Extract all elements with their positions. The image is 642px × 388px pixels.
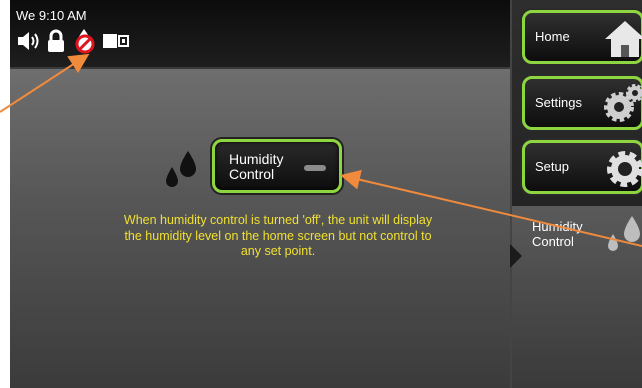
padlock-icon	[46, 29, 66, 58]
info-note: When humidity control is turned 'off', t…	[123, 213, 433, 258]
humidity-drops-nav-icon	[606, 214, 642, 263]
humidity-control-label-line2: Control	[229, 166, 275, 182]
main-panel: Humidity Control When humidity control i…	[10, 69, 510, 388]
humidity-control-nav-label: Humidity Control	[532, 219, 583, 249]
home-button[interactable]: Home	[522, 10, 642, 64]
status-icons	[16, 28, 130, 59]
battery-icon	[102, 32, 130, 55]
gear-icon	[603, 147, 642, 196]
setup-label: Setup	[535, 159, 569, 174]
clock: We 9:10 AM	[16, 8, 87, 23]
gears-icon	[601, 81, 642, 132]
selection-pointer-icon	[510, 244, 522, 268]
status-bar: We 9:10 AM	[10, 0, 510, 69]
humidity-control-nav-line1: Humidity	[532, 219, 583, 234]
house-icon	[603, 17, 642, 66]
off-indicator-icon	[304, 165, 326, 171]
setup-button[interactable]: Setup	[522, 140, 642, 194]
settings-label: Settings	[535, 95, 582, 110]
thermostat-screen: We 9:10 AM Humidity Control When humidit…	[10, 0, 642, 388]
humidity-drops-icon	[164, 151, 200, 196]
sidebar: Home Settings Setup Humidity Control	[510, 0, 642, 388]
home-label: Home	[535, 29, 570, 44]
sidebar-item-humidity-control[interactable]: Humidity Control	[510, 206, 642, 388]
humidity-control-button[interactable]: Humidity Control	[212, 139, 342, 193]
settings-button[interactable]: Settings	[522, 76, 642, 130]
humidity-control-label-line1: Humidity	[229, 151, 284, 167]
speaker-icon	[16, 30, 42, 57]
humidity-off-icon	[70, 28, 98, 59]
humidity-control-label: Humidity Control	[229, 152, 309, 182]
humidity-control-nav-line2: Control	[532, 234, 574, 249]
